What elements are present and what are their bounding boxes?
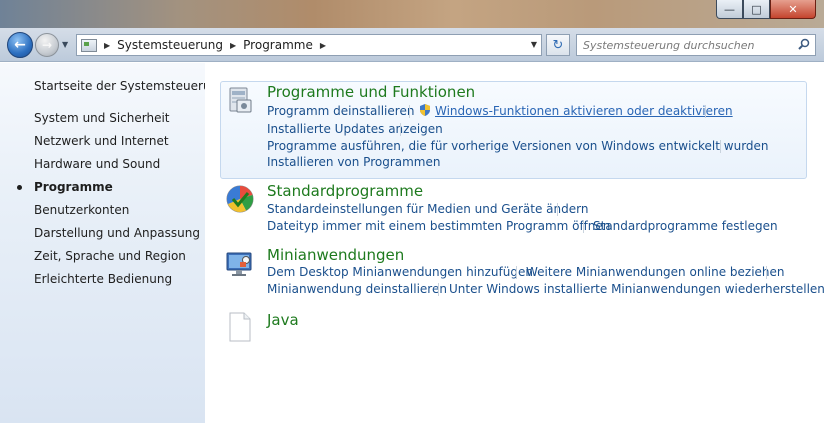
link-install-programs[interactable]: Installieren von Programmen	[267, 155, 440, 169]
link-installed-updates[interactable]: Installierte Updates anzeigen	[267, 122, 443, 136]
link-add-gadgets[interactable]: Dem Desktop Minianwendungen hinzufügen	[267, 265, 533, 279]
sidebar-item-programs: Programme	[34, 180, 113, 194]
link-separator	[557, 203, 558, 216]
search-box[interactable]	[576, 34, 816, 56]
breadcrumb-separator-icon[interactable]: ▶	[320, 41, 326, 50]
history-dropdown-icon[interactable]: ▼	[62, 40, 68, 49]
breadcrumb-separator-icon[interactable]: ▶	[230, 41, 236, 50]
sidebar-item-system-security[interactable]: System und Sicherheit	[34, 111, 170, 125]
sidebar: Startseite der Systemsteuerung System un…	[0, 63, 226, 423]
link-restore-gadgets[interactable]: Unter Windows installierte Minianwendung…	[449, 282, 824, 296]
gadgets-icon[interactable]	[225, 248, 255, 278]
breadcrumb-separator-icon[interactable]: ▶	[104, 41, 110, 50]
default-programs-icon[interactable]	[225, 184, 255, 214]
sidebar-item-user-accounts[interactable]: Benutzerkonten	[34, 203, 129, 217]
link-uninstall-gadget[interactable]: Minianwendung deinstallieren	[267, 282, 447, 296]
maximize-button[interactable]: □	[743, 0, 770, 19]
uac-shield-icon	[420, 104, 430, 116]
close-button[interactable]: ✕	[770, 0, 816, 19]
link-separator	[438, 283, 439, 296]
sidebar-item-network-internet[interactable]: Netzwerk und Internet	[34, 134, 169, 148]
link-separator	[400, 123, 401, 136]
section-title-default-programs[interactable]: Standardprogramme	[267, 182, 423, 200]
section-title-programs-features[interactable]: Programme und Funktionen	[267, 83, 475, 101]
sidebar-item-hardware-sound[interactable]: Hardware und Sound	[34, 157, 160, 171]
forward-button[interactable]: →	[35, 33, 59, 57]
sidebar-item-appearance[interactable]: Darstellung und Anpassung	[34, 226, 200, 240]
window-caption-buttons: — □ ✕	[716, 0, 816, 19]
address-dropdown-icon[interactable]: ▼	[531, 40, 537, 49]
search-icon[interactable]	[798, 38, 810, 50]
breadcrumb-programme[interactable]: Programme	[243, 38, 313, 52]
link-set-default-programs[interactable]: Standardprogramme festlegen	[593, 219, 778, 233]
link-separator	[516, 266, 517, 279]
title-bar: — □ ✕	[0, 0, 824, 28]
search-input[interactable]	[577, 35, 787, 55]
minimize-icon: —	[724, 2, 735, 16]
address-bar[interactable]: ▶ Systemsteuerung ▶ Programme ▶ ▼	[76, 34, 542, 56]
link-autoplay-settings[interactable]: Standardeinstellungen für Medien und Ger…	[267, 202, 588, 216]
breadcrumb-systemsteuerung[interactable]: Systemsteuerung	[117, 38, 223, 52]
link-separator	[583, 220, 584, 233]
section-title-gadgets[interactable]: Minianwendungen	[267, 246, 404, 264]
control-panel-icon	[81, 38, 97, 52]
link-uninstall-program[interactable]: Programm deinstallieren	[267, 104, 414, 118]
link-program-compatibility[interactable]: Programme ausführen, die für vorherige V…	[267, 139, 769, 153]
java-file-icon[interactable]	[225, 312, 255, 342]
active-bullet-icon	[17, 185, 22, 190]
minimize-button[interactable]: —	[716, 0, 743, 19]
main-content: Programme und Funktionen Programm deinst…	[205, 63, 824, 423]
link-file-type-association[interactable]: Dateityp immer mit einem bestimmten Prog…	[267, 219, 610, 233]
close-icon: ✕	[788, 2, 798, 16]
link-separator	[766, 266, 767, 279]
navigation-bar: ← → ▼ ▶ Systemsteuerung ▶ Programme ▶ ▼ …	[0, 28, 824, 62]
sidebar-item-clock-language-region[interactable]: Zeit, Sprache und Region	[34, 249, 186, 263]
refresh-icon: ↻	[552, 37, 564, 53]
link-windows-features[interactable]: Windows-Funktionen aktivieren oder deakt…	[435, 104, 733, 118]
link-separator	[409, 105, 410, 118]
forward-arrow-icon: →	[41, 38, 53, 52]
link-get-more-gadgets[interactable]: Weitere Minianwendungen online beziehen	[526, 265, 785, 279]
section-title-java[interactable]: Java	[267, 311, 299, 329]
back-arrow-icon: ←	[14, 37, 26, 53]
sidebar-item-ease-of-access[interactable]: Erleichterte Bedienung	[34, 272, 172, 286]
link-separator	[705, 105, 706, 118]
sidebar-home-link[interactable]: Startseite der Systemsteuerung	[34, 79, 226, 93]
maximize-icon: □	[751, 2, 762, 16]
link-separator	[720, 140, 721, 153]
back-button[interactable]: ←	[7, 32, 33, 58]
refresh-button[interactable]: ↻	[546, 34, 570, 56]
programs-features-icon[interactable]	[225, 85, 255, 115]
